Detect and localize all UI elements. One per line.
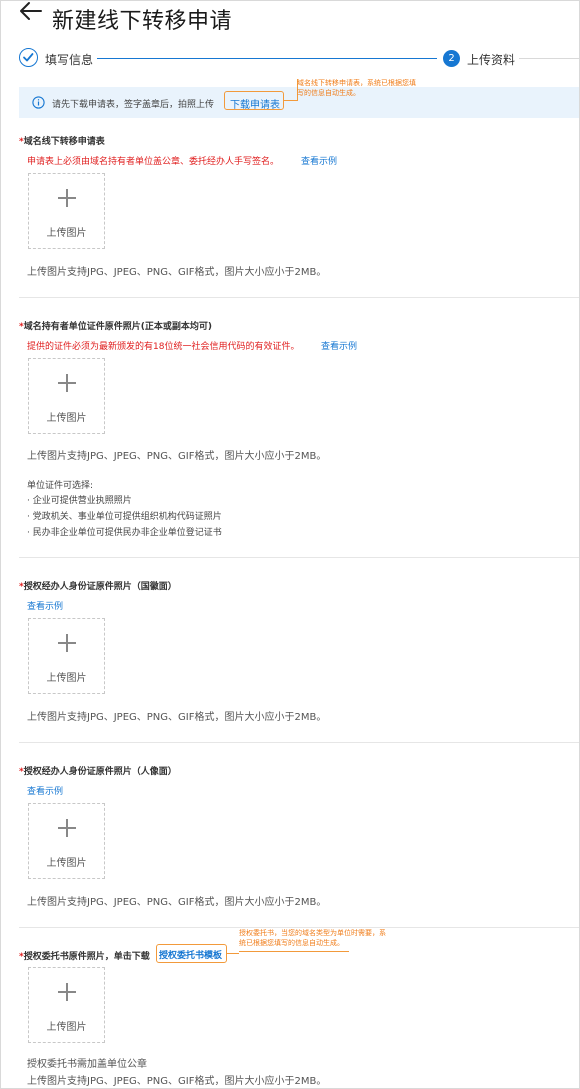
section-title-holder-certificate: *域名持有者单位证件原件照片(正本或副本均可) — [19, 322, 212, 332]
info-text: 请先下载申请表，签字盖章后，拍照上传 — [52, 100, 215, 110]
view-example-link[interactable]: 查看示例 — [27, 599, 63, 612]
upload-label: 上传图片 — [46, 413, 87, 424]
view-example-link[interactable]: 查看示例 — [301, 154, 337, 167]
format-hint: 上传图片支持JPG、JPEG、PNG、GIF格式，图片大小应小于2MB。 — [27, 451, 327, 462]
upload-label: 上传图片 — [46, 673, 87, 684]
certificate-option: · 企业可提供营业执照照片 — [27, 496, 132, 506]
annotation-connector — [284, 100, 297, 101]
upload-image-button[interactable]: 上传图片 — [28, 358, 105, 434]
format-hint: 上传图片支持JPG、JPEG、PNG、GIF格式，图片大小应小于2MB。 — [27, 712, 327, 723]
section-note: 申请表上必须由域名持有者单位盖公章、委托经办人手写签名。 — [27, 157, 280, 167]
upload-image-button[interactable]: 上传图片 — [28, 803, 105, 879]
upload-label: 上传图片 — [46, 228, 87, 239]
certificate-option: · 党政机关、事业单位可提供组织机构代码证照片 — [27, 512, 222, 522]
annotation-connector — [227, 953, 239, 954]
plus-icon — [58, 819, 76, 837]
format-hint: 上传图片支持JPG、JPEG、PNG、GIF格式，图片大小应小于2MB。 — [27, 1076, 327, 1087]
annotation-highlight-box — [224, 91, 284, 110]
step-connector — [97, 58, 437, 59]
section-note: 提供的证件必须为最新颁发的有18位统一社会信用代码的有效证件。 — [27, 342, 300, 352]
step-2-index: 2 — [443, 50, 460, 67]
certificate-options-title: 单位证件可选择: — [27, 481, 94, 491]
back-arrow-icon[interactable] — [19, 1, 45, 23]
upload-image-button[interactable]: 上传图片 — [28, 618, 105, 694]
certificate-option: · 民办非企业单位可提供民办非企业单位登记证书 — [27, 528, 222, 538]
step-connector-next — [519, 58, 579, 59]
page: 新建线下转移申请 填写信息 2 上传资料 请先下载申请表，签字盖章后，拍照上传 … — [0, 0, 580, 1089]
section-divider — [19, 742, 579, 743]
step-1-label: 填写信息 — [45, 53, 94, 67]
section-title-authorization-letter: *授权委托书原件照片，单击下载 — [19, 952, 150, 962]
annotation-note: 授权委托书，当您的域名类型为单位时需要，系统已根据您填写的信息自动生成。 — [239, 929, 386, 947]
upload-image-button[interactable]: 上传图片 — [28, 967, 105, 1043]
upload-image-button[interactable]: 上传图片 — [28, 173, 105, 249]
section-title-id-emblem: *授权经办人身份证原件照片（国徽面） — [19, 582, 177, 592]
plus-icon — [58, 189, 76, 207]
section-title-id-portrait: *授权经办人身份证原件照片（人像面） — [19, 767, 177, 777]
info-icon — [32, 96, 45, 109]
annotation-highlight-box — [156, 944, 227, 963]
plus-icon — [58, 983, 76, 1001]
section-divider — [19, 557, 579, 558]
page-title: 新建线下转移申请 — [52, 9, 233, 34]
format-hint: 上传图片支持JPG、JPEG、PNG、GIF格式，图片大小应小于2MB。 — [27, 897, 327, 908]
format-hint: 上传图片支持JPG、JPEG、PNG、GIF格式，图片大小应小于2MB。 — [27, 267, 327, 278]
step-1-check-icon — [19, 48, 38, 67]
view-example-link[interactable]: 查看示例 — [321, 339, 357, 352]
authorization-note: 授权委托书需加盖单位公章 — [27, 1059, 147, 1070]
plus-icon — [58, 634, 76, 652]
annotation-note: 域名线下转移申请表，系统已根据您填写的信息自动生成。 — [297, 79, 416, 97]
step-2-label: 上传资料 — [467, 53, 516, 67]
view-example-link[interactable]: 查看示例 — [27, 784, 63, 797]
plus-icon — [58, 374, 76, 392]
upload-label: 上传图片 — [46, 858, 87, 869]
annotation-connector — [239, 951, 349, 952]
section-title-transfer-form: *域名线下转移申请表 — [19, 137, 105, 147]
upload-label: 上传图片 — [46, 1022, 87, 1033]
section-divider — [19, 297, 579, 298]
